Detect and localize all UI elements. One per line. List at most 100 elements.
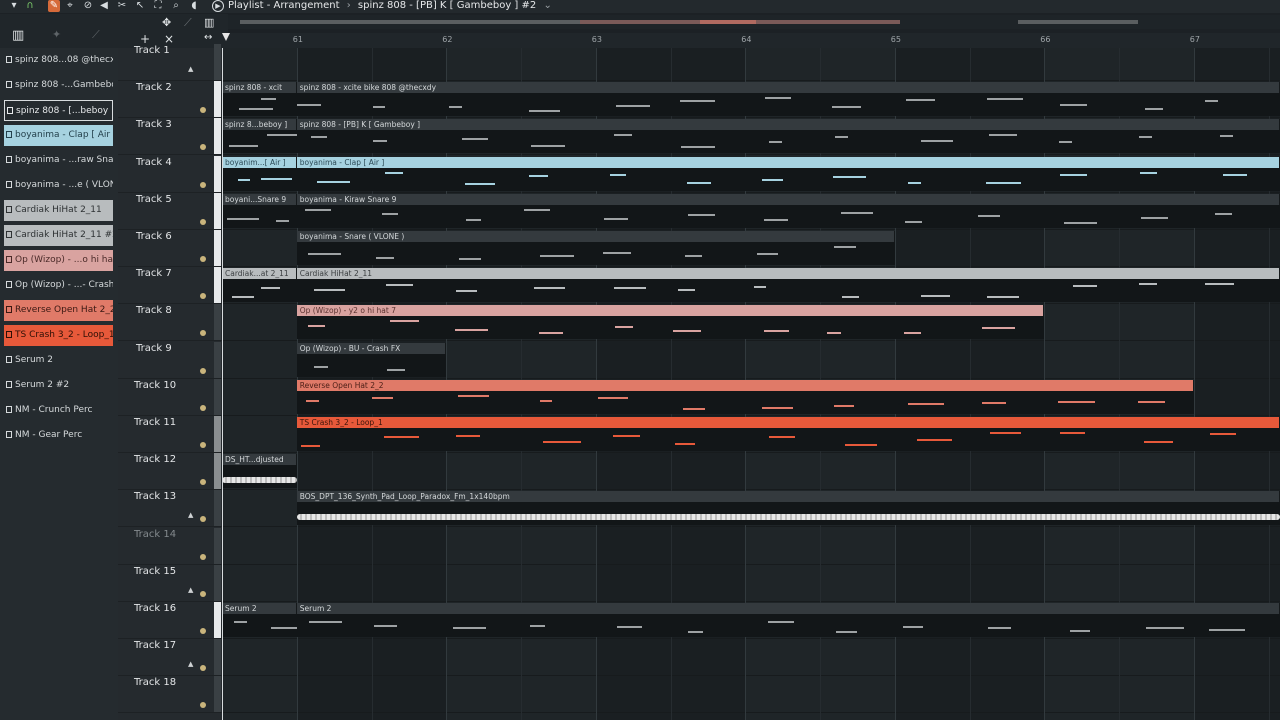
cursor-icon[interactable]: ↖ — [134, 0, 146, 12]
track-mute-led[interactable] — [200, 665, 206, 672]
track-mute-led[interactable] — [200, 256, 206, 262]
resize-icon[interactable]: ⛶ — [152, 0, 164, 12]
track-color-bar[interactable] — [214, 44, 221, 80]
track-header[interactable]: Track 11 — [118, 416, 222, 453]
track-color-bar[interactable] — [214, 602, 221, 638]
pattern-item[interactable]: Serum 2 — [4, 350, 113, 371]
pattern-item[interactable]: boyanima - ...e ( VLONE ) — [4, 175, 113, 196]
track-mute-led[interactable] — [200, 479, 206, 486]
track-header[interactable]: Track 8 — [118, 304, 222, 342]
track-color-bar[interactable] — [214, 453, 221, 490]
track-mute-led[interactable] — [200, 553, 206, 560]
arrangement-overview[interactable] — [228, 15, 1280, 29]
timeline-ruler[interactable]: 61 62 63 64 65 66 67 — [222, 33, 1280, 48]
pattern-dropdown-icon[interactable]: ⌄ — [543, 0, 551, 11]
pattern-item[interactable]: boyanima - ...raw Snare 9 — [4, 150, 113, 171]
track-mute-led[interactable] — [200, 330, 206, 337]
track-color-bar[interactable] — [214, 490, 221, 527]
zoom-icon[interactable]: ⌕ — [170, 0, 182, 12]
pattern-clip[interactable]: Serum 2 — [222, 603, 297, 637]
track-color-bar[interactable] — [214, 304, 221, 341]
track-mute-led[interactable] — [200, 404, 206, 411]
speaker-icon[interactable]: ◀ — [98, 0, 110, 12]
track-header[interactable]: Track 17 ▲ — [118, 639, 222, 677]
track-color-bar[interactable] — [214, 81, 221, 118]
pattern-item[interactable]: spinz 808 -...Gambeboy — [4, 75, 113, 96]
pattern-item[interactable]: Reverse Open Hat 2_2 — [4, 300, 113, 321]
pattern-clip[interactable]: spinz 808 - xcit — [222, 82, 297, 117]
pattern-clip[interactable]: Op (Wizop) - BU - Crash FX — [296, 342, 447, 377]
track-header[interactable]: Track 1 ▲ — [118, 44, 222, 81]
step-icon[interactable]: ✦ — [52, 28, 61, 41]
paint-icon[interactable]: ✎ — [48, 0, 60, 12]
track-color-bar[interactable] — [214, 527, 221, 564]
overview-window[interactable] — [700, 20, 756, 24]
pattern-item[interactable]: Op (Wizop) - ...o hi hat 7 — [4, 250, 113, 271]
track-header[interactable]: Track 2 — [118, 81, 222, 119]
track-color-bar[interactable] — [214, 155, 221, 192]
expand-icon[interactable]: ↔ — [204, 32, 212, 43]
track-mute-led[interactable] — [200, 516, 206, 523]
track-mute-led[interactable] — [200, 367, 206, 374]
track-header[interactable]: Track 7 — [118, 267, 222, 305]
track-color-bar[interactable] — [214, 639, 221, 676]
track-color-bar[interactable] — [214, 341, 221, 378]
pattern-clip[interactable]: boyanima - Clap [ Air ] — [296, 156, 1280, 191]
slice-icon[interactable]: ✂ — [116, 0, 128, 12]
pattern-clip[interactable]: boyanima - Snare ( VLONE ) — [296, 231, 895, 265]
pattern-item[interactable]: NM - Crunch Perc — [4, 400, 113, 421]
speaker-volume-icon[interactable]: ◖ — [188, 0, 200, 12]
track-header[interactable]: Track 6 — [118, 230, 222, 267]
playhead-marker[interactable] — [222, 33, 230, 41]
grid-row[interactable] — [222, 639, 1280, 677]
current-pattern-name[interactable]: spinz 808 - [PB] K [ Gambeboy ] #2 — [358, 0, 536, 11]
pattern-item[interactable]: TS Crash 3_2 - Loop_1 — [4, 325, 113, 346]
track-color-bar[interactable] — [214, 378, 221, 415]
track-header[interactable]: Track 15 ▲ — [118, 564, 222, 602]
track-mute-led[interactable] — [200, 181, 206, 188]
track-header[interactable]: Track 16 — [118, 602, 222, 639]
pattern-item[interactable]: Cardiak HiHat 2_11 #2 — [4, 225, 113, 246]
playhead-line[interactable] — [222, 48, 223, 720]
track-mute-led[interactable] — [200, 107, 206, 114]
pattern-clip[interactable]: Serum 2 — [296, 603, 1280, 637]
link-icon[interactable]: ⟋ — [92, 28, 100, 42]
pattern-clip[interactable]: TS Crash 3_2 - Loop_1 — [296, 417, 1280, 451]
collapse-arrow-icon[interactable]: ▲ — [188, 65, 193, 73]
grid-row[interactable] — [222, 453, 1280, 491]
track-mute-led[interactable] — [200, 293, 206, 300]
track-color-bar[interactable] — [214, 676, 221, 713]
track-mute-led[interactable] — [200, 144, 206, 151]
track-header[interactable]: Track 18 — [118, 676, 222, 714]
track-header[interactable]: Track 12 — [118, 453, 222, 491]
collapse-arrow-icon[interactable]: ▲ — [188, 511, 193, 519]
track-mute-led[interactable] — [200, 702, 206, 709]
track-header[interactable]: Track 9 — [118, 341, 222, 379]
pattern-clip[interactable]: Op (Wizop) - y2 o hi hat 7 — [296, 305, 1045, 340]
select-icon[interactable]: ⌖ — [64, 0, 76, 12]
pattern-clip[interactable]: Cardiak...at 2_11 — [222, 268, 297, 303]
pattern-clip[interactable]: spinz 808 - xcite bike 808 @thecxdy — [296, 82, 1280, 117]
collapse-arrow-icon[interactable]: ▲ — [188, 660, 193, 668]
pattern-item[interactable]: spinz 808...08 @thecxdy — [4, 50, 113, 71]
track-header[interactable]: Track 13 ▲ — [118, 490, 222, 528]
playlist-grid[interactable]: spinz 808 - xcit spinz 808 - xcite bike 8… — [222, 48, 1280, 720]
pattern-item[interactable]: boyanima - Clap [ Air ] — [4, 125, 113, 146]
collapse-arrow-icon[interactable]: ▲ — [188, 586, 193, 594]
track-header[interactable]: Track 5 — [118, 192, 222, 230]
track-mute-led[interactable] — [200, 218, 206, 225]
pattern-clip[interactable]: Cardiak HiHat 2_11 — [296, 268, 1280, 303]
track-header[interactable]: Track 3 — [118, 118, 222, 156]
track-color-bar[interactable] — [214, 416, 221, 452]
pattern-clip[interactable]: boyanima - Kiraw Snare 9 — [296, 193, 1280, 228]
pattern-clip[interactable]: spinz 8...beboy ] — [222, 119, 297, 154]
track-color-bar[interactable] — [214, 267, 221, 304]
grid-row[interactable] — [222, 48, 1280, 81]
pattern-item[interactable]: spinz 808 - [...beboy ] #2 — [4, 100, 113, 121]
track-color-bar[interactable] — [214, 192, 221, 229]
pattern-clip[interactable]: boyanim...[ Air ] — [222, 156, 297, 191]
track-header[interactable]: Track 14 — [118, 527, 222, 565]
pattern-clip[interactable]: spinz 808 - [PB] K [ Gambeboy ] — [296, 119, 1280, 154]
audio-clip[interactable]: DS_HT...djusted — [222, 454, 297, 489]
pattern-item[interactable]: Cardiak HiHat 2_11 — [4, 200, 113, 221]
